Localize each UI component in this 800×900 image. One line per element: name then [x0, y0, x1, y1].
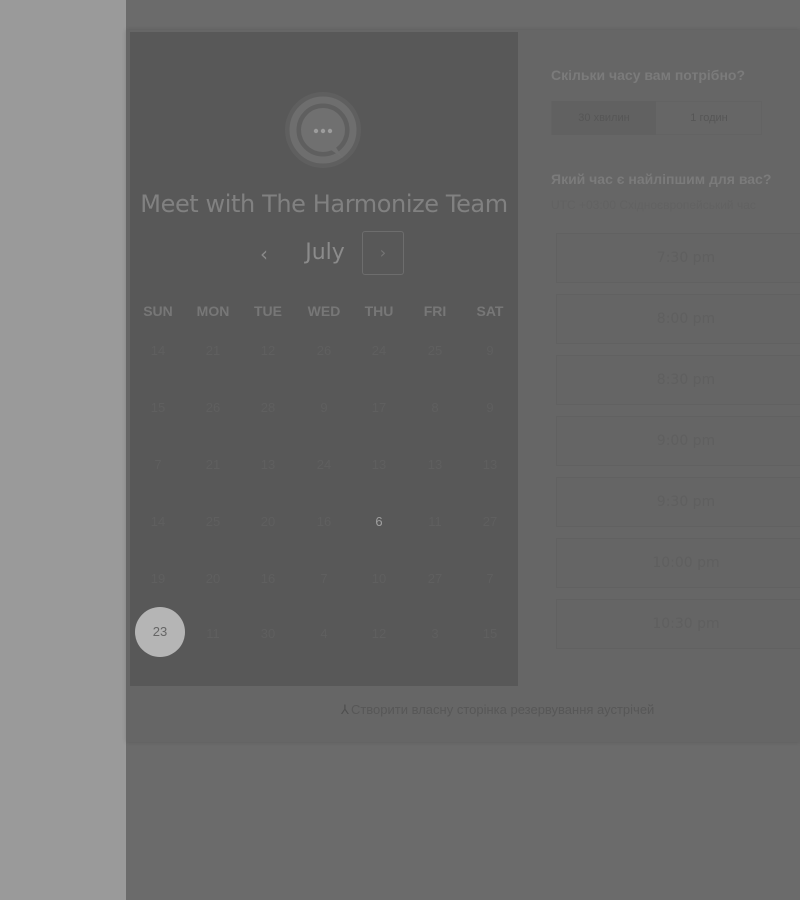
calendar-day-selected[interactable]: 23	[135, 607, 185, 657]
calendar-day[interactable]: 13	[351, 457, 407, 472]
calendar-day[interactable]: 16	[240, 571, 296, 586]
weekday-sun: SUN	[143, 303, 173, 319]
time-slot[interactable]: 10:00 pm	[556, 538, 800, 588]
timezone-label[interactable]: UTC +03:00 Східноєвропейський час	[551, 198, 756, 212]
duration-60-button[interactable]: 1 годин	[657, 101, 761, 135]
calendar-day[interactable]: 27	[407, 571, 463, 586]
weekday-fri: FRI	[423, 303, 447, 319]
calendar-day[interactable]: 14	[130, 343, 186, 358]
weekday-mon: MON	[196, 303, 230, 319]
calendar-day[interactable]: 19	[130, 571, 186, 586]
calendar-day[interactable]: 13	[407, 457, 463, 472]
calendar-day[interactable]: 12	[240, 343, 296, 358]
calendar-day[interactable]: 4	[296, 626, 352, 641]
weekday-tue: TUE	[254, 303, 282, 319]
sprocket-icon: ⅄	[341, 703, 349, 718]
calendar-day[interactable]: 15	[462, 626, 518, 641]
calendar-day[interactable]: 9	[462, 343, 518, 358]
prev-month-button[interactable]: ‹	[246, 238, 282, 270]
time-slot[interactable]: 7:30 pm	[556, 233, 800, 283]
calendar-day[interactable]: 25	[185, 514, 241, 529]
weekday-wed: WED	[307, 303, 341, 319]
calendar-day[interactable]: 26	[296, 343, 352, 358]
month-label: July	[305, 240, 345, 265]
calendar-day[interactable]: 14	[130, 514, 186, 529]
calendar-day[interactable]: 16	[296, 514, 352, 529]
calendar-day[interactable]: 3	[407, 626, 463, 641]
calendar-day[interactable]: 17	[351, 400, 407, 415]
create-page-link[interactable]: ⅄ Створити власну сторінка резервування а…	[341, 702, 654, 718]
calendar-day[interactable]: 15	[130, 400, 186, 415]
calendar-day[interactable]: 24	[296, 457, 352, 472]
calendar-day[interactable]: 9	[296, 400, 352, 415]
calendar-day[interactable]: 27	[462, 514, 518, 529]
calendar-day[interactable]: 13	[240, 457, 296, 472]
calendar-day[interactable]: 20	[240, 514, 296, 529]
time-heading: Який час є найліпшим для вас?	[551, 171, 772, 187]
calendar-day[interactable]: 21	[185, 457, 241, 472]
weekday-thu: THU	[364, 303, 394, 319]
time-slot[interactable]: 8:30 pm	[556, 355, 800, 405]
calendar-day[interactable]: 7	[296, 571, 352, 586]
calendar-day[interactable]: 7	[130, 457, 186, 472]
calendar-day[interactable]: 26	[185, 400, 241, 415]
create-page-link-label: Створити власну сторінка резервування ау…	[350, 702, 655, 717]
calendar-day[interactable]: 13	[462, 457, 518, 472]
calendar-day[interactable]: 12	[351, 626, 407, 641]
calendar-day[interactable]: 21	[185, 343, 241, 358]
weekday-sat: SAT	[476, 303, 504, 319]
page-title: Meet with The Harmonize Team	[140, 190, 508, 218]
calendar-day[interactable]: 28	[240, 400, 296, 415]
calendar-day[interactable]: 11	[407, 514, 463, 529]
calendar-day[interactable]: 11	[185, 626, 241, 641]
calendar-day-available[interactable]: 6	[351, 514, 407, 529]
time-slot[interactable]: 9:30 pm	[556, 477, 800, 527]
calendar-day[interactable]: 7	[462, 571, 518, 586]
calendar-day[interactable]: 24	[351, 343, 407, 358]
time-slot[interactable]: 9:00 pm	[556, 416, 800, 466]
calendar-day[interactable]: 10	[351, 571, 407, 586]
chat-logo-icon	[285, 92, 361, 168]
calendar-day[interactable]: 20	[185, 571, 241, 586]
duration-heading: Скільки часу вам потрібно?	[551, 67, 746, 83]
calendar-day[interactable]: 30	[240, 626, 296, 641]
next-month-button[interactable]: ›	[362, 231, 404, 275]
duration-30-button[interactable]: 30 хвилин	[552, 101, 656, 135]
calendar-day[interactable]: 25	[407, 343, 463, 358]
calendar-day[interactable]: 9	[462, 400, 518, 415]
time-slot[interactable]: 10:30 pm	[556, 599, 800, 649]
calendar-day[interactable]: 8	[407, 400, 463, 415]
time-slot[interactable]: 8:00 pm	[556, 294, 800, 344]
